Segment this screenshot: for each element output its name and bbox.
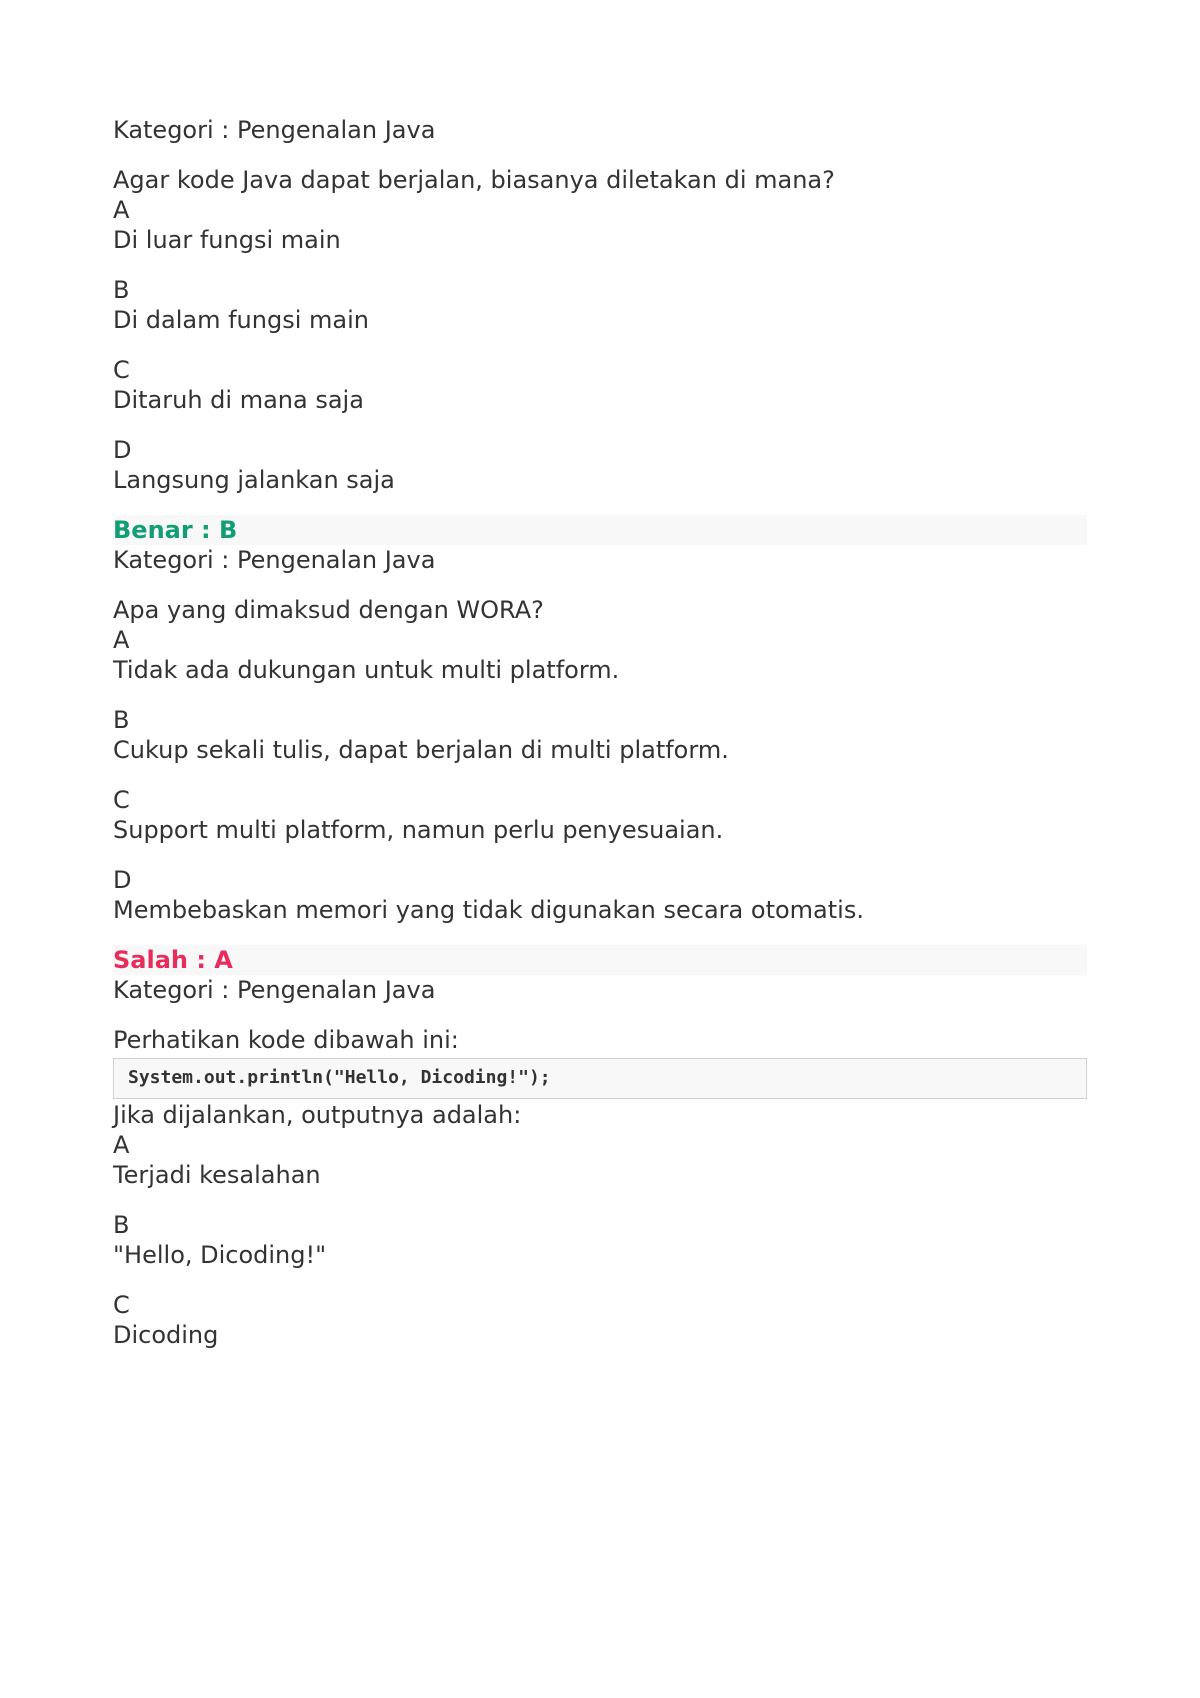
q2-option-b: B Cukup sekali tulis, dapat berjalan di …: [113, 705, 1087, 765]
q2-result-wrong: Salah : A: [113, 945, 1087, 975]
option-text: Langsung jalankan saja: [113, 465, 1087, 495]
q1-result-correct: Benar : B: [113, 515, 1087, 545]
q1-option-b: B Di dalam fungsi main: [113, 275, 1087, 335]
q3-option-b: B "Hello, Dicoding!": [113, 1210, 1087, 1270]
option-letter: B: [113, 705, 1087, 735]
q3-prompt: Perhatikan kode dibawah ini:: [113, 1025, 1087, 1055]
q3-option-a: A Terjadi kesalahan: [113, 1130, 1087, 1190]
option-text: Di luar fungsi main: [113, 225, 1087, 255]
option-letter: B: [113, 1210, 1087, 1240]
q2-category: Kategori : Pengenalan Java: [113, 545, 1087, 575]
q2-option-c: C Support multi platform, namun perlu pe…: [113, 785, 1087, 845]
option-letter: A: [113, 195, 1087, 225]
option-text: Terjadi kesalahan: [113, 1160, 1087, 1190]
option-text: Cukup sekali tulis, dapat berjalan di mu…: [113, 735, 1087, 765]
option-letter: D: [113, 435, 1087, 465]
q3-followup: Jika dijalankan, outputnya adalah:: [113, 1100, 1087, 1130]
q1-option-d: D Langsung jalankan saja: [113, 435, 1087, 495]
option-text: Membebaskan memori yang tidak digunakan …: [113, 895, 1087, 925]
q3-code-block: System.out.println("Hello, Dicoding!");: [113, 1058, 1087, 1099]
option-letter: C: [113, 1290, 1087, 1320]
option-text: "Hello, Dicoding!": [113, 1240, 1087, 1270]
option-text: Di dalam fungsi main: [113, 305, 1087, 335]
q3-option-c: C Dicoding: [113, 1290, 1087, 1350]
q3-category: Kategori : Pengenalan Java: [113, 975, 1087, 1005]
q1-category: Kategori : Pengenalan Java: [113, 115, 1087, 145]
option-letter: C: [113, 355, 1087, 385]
q2-question: Apa yang dimaksud dengan WORA?: [113, 595, 1087, 625]
option-letter: C: [113, 785, 1087, 815]
option-letter: A: [113, 1130, 1087, 1160]
q1-option-c: C Ditaruh di mana saja: [113, 355, 1087, 415]
option-letter: D: [113, 865, 1087, 895]
option-letter: A: [113, 625, 1087, 655]
q2-option-a: A Tidak ada dukungan untuk multi platfor…: [113, 625, 1087, 685]
option-text: Ditaruh di mana saja: [113, 385, 1087, 415]
q1-option-a: A Di luar fungsi main: [113, 195, 1087, 255]
option-text: Dicoding: [113, 1320, 1087, 1350]
option-letter: B: [113, 275, 1087, 305]
q2-option-d: D Membebaskan memori yang tidak digunaka…: [113, 865, 1087, 925]
q1-question: Agar kode Java dapat berjalan, biasanya …: [113, 165, 1087, 195]
option-text: Tidak ada dukungan untuk multi platform.: [113, 655, 1087, 685]
option-text: Support multi platform, namun perlu peny…: [113, 815, 1087, 845]
